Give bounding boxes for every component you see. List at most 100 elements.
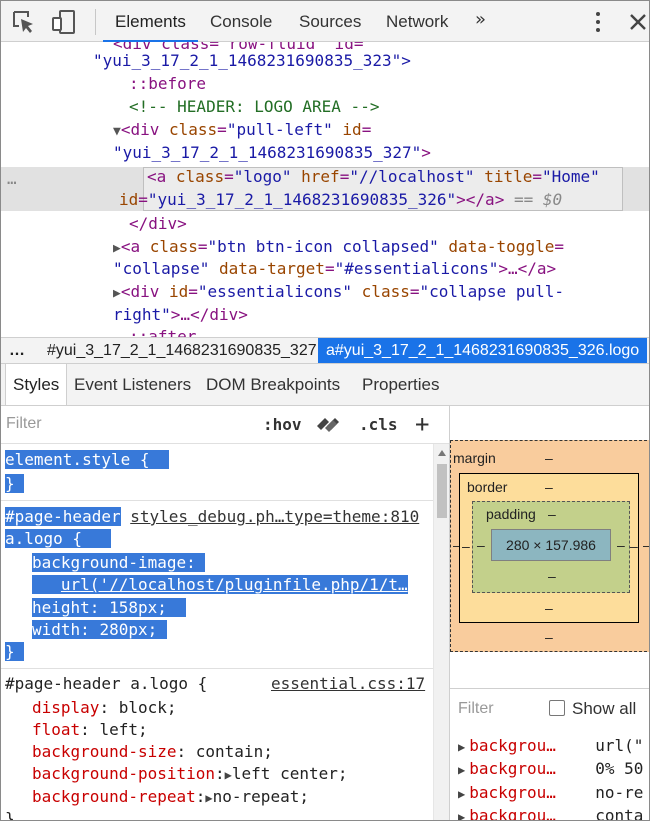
dom-line-id-327[interactable]: "yui_3_17_2_1_1468231690835_327"> — [113, 141, 431, 164]
computed-prop-name: backgrou… — [469, 806, 556, 821]
box-model-border[interactable]: border – – – – padding – – – – 280 × 157… — [459, 473, 639, 623]
tab-properties[interactable]: Properties — [362, 364, 439, 405]
dom-line-logo-anchor[interactable]: <a class="logo" href="//localhost" title… — [147, 165, 600, 188]
more-tabs-button[interactable]: » — [475, 9, 486, 30]
border-bottom-value[interactable]: – — [545, 600, 553, 616]
dom-tag: <a — [147, 167, 167, 186]
dom-line-collapse[interactable]: "collapse" data-target="#essentialicons"… — [113, 257, 556, 280]
prop-value: left; — [99, 720, 148, 739]
dom-line-pull-left[interactable]: ▼<div class="pull-left" id= — [113, 118, 371, 143]
computed-row[interactable]: ▶ backgrou… url(" — [458, 736, 643, 755]
border-label: border — [467, 479, 508, 495]
dom-line-essentialicons[interactable]: ▶<div id="essentialicons" class="collaps… — [113, 280, 564, 305]
border-right-value[interactable]: – — [630, 538, 638, 554]
prop-background-repeat[interactable]: background-repeat:▶no-repeat; — [32, 786, 309, 809]
computed-row[interactable]: ▶ backgrou… 0% 50 — [458, 759, 643, 778]
prop-name: background-position — [32, 764, 216, 783]
expand-triangle-icon[interactable]: ▼ — [113, 124, 121, 139]
tab-console[interactable]: Console — [210, 1, 272, 42]
breadcrumb-item-327[interactable]: #yui_3_17_2_1_1468231690835_327 — [47, 338, 317, 363]
prop-display[interactable]: display: block; — [32, 697, 177, 719]
tab-event-listeners[interactable]: Event Listeners — [74, 364, 191, 405]
prop-background-size[interactable]: background-size: contain; — [32, 741, 273, 763]
box-model-padding[interactable]: padding – – – – 280 × 157.986 — [472, 501, 630, 593]
box-model-content-size[interactable]: 280 × 157.986 — [491, 529, 611, 561]
prop-height[interactable]: height: 158px; — [32, 597, 187, 619]
scroll-up-icon[interactable] — [438, 450, 446, 456]
close-icon[interactable] — [627, 10, 649, 34]
styles-filter-input[interactable]: Filter — [6, 415, 42, 433]
toolbar-separator — [95, 9, 96, 35]
computed-row[interactable]: ▶ backgrou… no-re — [458, 783, 643, 802]
dom-tag: </div> — [129, 214, 187, 233]
expand-triangle-icon[interactable]: ▶ — [458, 763, 465, 777]
expand-triangle-icon[interactable]: ▶ — [458, 787, 465, 801]
computed-prop-value: no-re — [595, 783, 644, 802]
tab-elements[interactable]: Elements — [103, 1, 198, 42]
rule-source-link[interactable]: styles_debug.ph…type=theme:810 — [130, 507, 419, 526]
rule-close-brace: } — [5, 809, 15, 821]
padding-top-value[interactable]: – — [548, 506, 556, 522]
box-model-margin[interactable]: margin – – – – border – – – – padding – … — [450, 440, 649, 652]
dom-line-comment[interactable]: <!-- HEADER: LOGO AREA --> — [129, 95, 379, 118]
border-left-value[interactable]: – — [462, 538, 470, 554]
computed-row[interactable]: ▶ backgrou… conta — [458, 806, 644, 821]
margin-label: margin — [453, 450, 496, 466]
prop-name: background-image — [32, 553, 187, 572]
hov-toggle[interactable]: :hov — [263, 415, 302, 434]
expand-triangle-icon[interactable]: ▶ — [225, 768, 232, 782]
border-top-value[interactable]: – — [545, 479, 553, 495]
rule-element-style[interactable]: element.style { — [5, 449, 169, 471]
show-all-label[interactable]: Show all — [572, 699, 636, 719]
rule-source-link[interactable]: essential.css:17 — [271, 673, 425, 695]
expand-triangle-icon[interactable]: ▶ — [458, 810, 465, 820]
prop-background-image-value[interactable]: url('//localhost/pluginfile.php/1/t… — [32, 574, 408, 596]
dom-pseudo: ::before — [129, 74, 207, 93]
new-rule-button[interactable]: + — [415, 410, 429, 438]
tab-network[interactable]: Network — [386, 1, 448, 42]
padding-right-value[interactable]: – — [617, 537, 625, 553]
dom-attr-name: class — [149, 237, 198, 256]
dom-line-close-div[interactable]: </div> — [129, 212, 187, 235]
margin-top-value[interactable]: – — [545, 450, 553, 466]
dom-line-logo-id[interactable]: id="yui_3_17_2_1_1468231690835_326"></a>… — [119, 188, 562, 211]
prop-background-position[interactable]: background-position:▶left center; — [32, 763, 348, 786]
tab-sources[interactable]: Sources — [299, 1, 361, 42]
computed-filter-input[interactable]: Filter — [458, 700, 494, 718]
inspect-cursor-icon[interactable] — [11, 9, 37, 35]
dom-attr-name: href — [301, 167, 340, 186]
breadcrumb-more[interactable]: … — [9, 338, 25, 363]
expand-triangle-icon[interactable]: ▶ — [205, 791, 212, 805]
expand-triangle-icon[interactable]: ▶ — [458, 740, 465, 754]
dom-line-before[interactable]: ::before — [129, 72, 206, 95]
prop-float[interactable]: float: left; — [32, 719, 148, 741]
show-all-checkbox[interactable] — [549, 700, 565, 716]
expand-triangle-icon[interactable]: ▶ — [113, 286, 121, 301]
computed-prop-value: conta — [595, 806, 644, 821]
scrollbar-thumb[interactable] — [437, 464, 447, 518]
padding-left-value[interactable]: – — [477, 537, 485, 553]
tab-styles[interactable]: Styles — [5, 364, 68, 405]
margin-bottom-value[interactable]: – — [545, 629, 553, 645]
kebab-menu-icon[interactable] — [590, 10, 606, 34]
rule-page-header-essential[interactable]: #page-header a.logo { — [5, 673, 207, 695]
cls-toggle[interactable]: .cls — [359, 415, 398, 434]
prop-value: no-repeat; — [212, 787, 309, 806]
styles-pane: Filter :hov .cls + element.style { } #pa… — [1, 406, 449, 821]
prop-value-url[interactable]: url('//localhost/pluginfile.php/1/t… — [60, 575, 408, 594]
prop-width[interactable]: width: 280px; — [32, 619, 167, 641]
tab-dom-breakpoints[interactable]: DOM Breakpoints — [206, 364, 340, 405]
dom-line-right[interactable]: right">…</div> — [113, 303, 248, 326]
margin-right-value[interactable]: – — [643, 537, 649, 553]
expand-triangle-icon[interactable]: ▶ — [113, 241, 121, 256]
paint-icon[interactable] — [315, 416, 341, 436]
sidebar-tabs: Styles Event Listeners DOM Breakpoints P… — [1, 364, 649, 406]
breadcrumb-item-logo[interactable]: a#yui_3_17_2_1_1468231690835_326.logo — [318, 338, 648, 363]
dom-line-id-323[interactable]: "yui_3_17_2_1_1468231690835_323"> — [93, 49, 411, 72]
padding-bottom-value[interactable]: – — [548, 568, 556, 584]
styles-scrollbar[interactable] — [433, 444, 449, 820]
rule-page-header-debug[interactable]: #page-header styles_debug.ph…type=theme:… — [5, 506, 419, 528]
prop-background-image[interactable]: background-image: — [32, 552, 206, 574]
row-ellipsis[interactable]: … — [7, 167, 17, 190]
device-toggle-icon[interactable] — [51, 9, 77, 35]
